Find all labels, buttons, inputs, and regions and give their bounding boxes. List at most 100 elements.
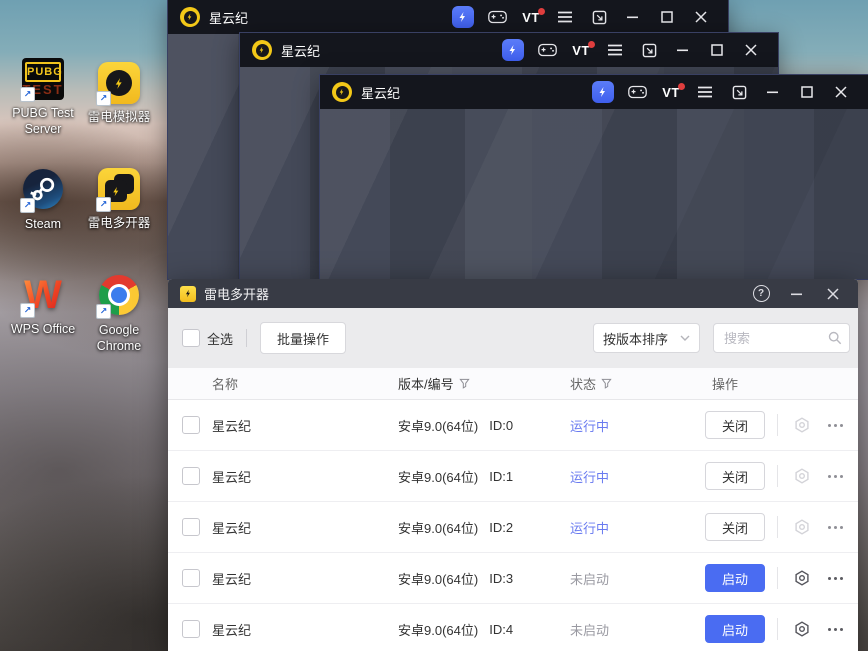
instance-row: 星云纪 安卓9.0(64位) ID:1 运行中 关闭: [168, 451, 858, 502]
instance-row: 星云纪 安卓9.0(64位) ID:2 运行中 关闭: [168, 502, 858, 553]
shortcut-arrow-icon: ↗: [96, 91, 111, 106]
row-checkbox[interactable]: [182, 467, 200, 485]
desktop-icon-label: PUBG Test Server: [12, 106, 74, 136]
vt-indicator[interactable]: VT: [564, 33, 598, 67]
vt-indicator[interactable]: VT: [514, 0, 548, 34]
close-button[interactable]: [820, 281, 846, 307]
shortcut-arrow-icon: ↗: [20, 198, 35, 213]
stop-instance-button[interactable]: 关闭: [705, 411, 765, 439]
settings-gear-icon[interactable]: [794, 468, 810, 484]
manager-window-title: 雷电多开器: [204, 287, 270, 302]
toolbar-divider: [246, 329, 248, 347]
boost-button[interactable]: [496, 33, 530, 67]
ld-multi-instance-app-icon: [180, 285, 196, 302]
instance-name: 星云纪: [212, 418, 252, 434]
close-button[interactable]: [824, 75, 858, 109]
start-instance-button[interactable]: 启动: [705, 615, 765, 643]
lightning-icon: [185, 289, 190, 298]
resize-icon[interactable]: [632, 33, 666, 67]
start-instance-button[interactable]: 启动: [705, 564, 765, 592]
sort-dropdown[interactable]: 按版本排序: [593, 323, 700, 353]
boost-button[interactable]: [446, 0, 480, 34]
batch-operation-button[interactable]: 批量操作: [260, 322, 347, 354]
emulator-screen[interactable]: [320, 109, 868, 279]
more-options-icon[interactable]: [828, 525, 843, 529]
row-checkbox[interactable]: [182, 416, 200, 434]
desktop-icon-ld-multi-instance[interactable]: ↗ 雷电多开器: [80, 168, 158, 231]
maximize-button[interactable]: [650, 0, 684, 34]
minimize-button[interactable]: [756, 75, 790, 109]
emulator-titlebar[interactable]: 星云纪 VT: [320, 75, 868, 109]
emulator-titlebar[interactable]: 星云纪 VT: [240, 33, 778, 67]
header-name: 名称: [212, 377, 239, 392]
lightning-icon: [115, 77, 122, 89]
shortcut-arrow-icon: ↗: [96, 197, 111, 212]
help-button[interactable]: ?: [748, 281, 774, 307]
row-checkbox[interactable]: [182, 569, 200, 587]
status-badge: 运行中: [570, 520, 610, 536]
row-checkbox[interactable]: [182, 620, 200, 638]
settings-gear-icon[interactable]: [794, 519, 810, 535]
actions-divider: [777, 465, 778, 487]
shortcut-arrow-icon: ↗: [20, 87, 35, 102]
vt-indicator[interactable]: VT: [654, 75, 688, 109]
close-button[interactable]: [684, 0, 718, 34]
instance-name: 星云纪: [212, 571, 252, 587]
lightning-icon: [112, 186, 118, 196]
desktop-icon-ldplayer[interactable]: ↗ 雷电模拟器: [80, 62, 158, 125]
gamepad-icon[interactable]: [480, 0, 514, 34]
settings-gear-icon[interactable]: [794, 621, 810, 637]
filter-icon[interactable]: [458, 378, 470, 389]
gamepad-icon[interactable]: [620, 75, 654, 109]
more-options-icon[interactable]: [828, 474, 843, 478]
emulator-titlebar[interactable]: 星云纪 VT: [168, 0, 728, 34]
resize-icon[interactable]: [582, 0, 616, 34]
settings-gear-icon[interactable]: [794, 417, 810, 433]
settings-gear-icon[interactable]: [794, 570, 810, 586]
lightning-icon: [509, 45, 515, 55]
window-title: 星云纪: [281, 43, 321, 59]
menu-icon[interactable]: [548, 0, 582, 34]
actions-divider: [777, 618, 778, 640]
instance-version: 安卓9.0(64位): [398, 571, 479, 587]
notification-dot: [678, 83, 685, 90]
instance-version: 安卓9.0(64位): [398, 520, 479, 536]
desktop-icon-steam[interactable]: ↗ Steam: [4, 168, 82, 232]
menu-icon[interactable]: [688, 75, 722, 109]
filter-icon[interactable]: [601, 378, 612, 389]
maximize-button[interactable]: [700, 33, 734, 67]
more-options-icon[interactable]: [828, 576, 843, 580]
wps-office-icon: W ↗: [20, 274, 64, 318]
actions-divider: [777, 567, 778, 589]
instance-row: 星云纪 安卓9.0(64位) ID:3 未启动 启动: [168, 553, 858, 604]
desktop-icon-google-chrome[interactable]: ↗ Google Chrome: [80, 274, 158, 354]
pubg-test-server-icon: PUBG TEST ↗: [20, 58, 64, 102]
boost-button[interactable]: [586, 75, 620, 109]
minimize-button[interactable]: [616, 0, 650, 34]
instance-name: 星云纪: [212, 469, 252, 485]
stop-instance-button[interactable]: 关闭: [705, 462, 765, 490]
status-badge: 未启动: [570, 622, 610, 638]
row-checkbox[interactable]: [182, 518, 200, 536]
maximize-button[interactable]: [790, 75, 824, 109]
more-options-icon[interactable]: [828, 627, 843, 631]
gamepad-icon[interactable]: [530, 33, 564, 67]
resize-icon[interactable]: [722, 75, 756, 109]
minimize-button[interactable]: [666, 33, 700, 67]
menu-icon[interactable]: [598, 33, 632, 67]
desktop-icon-label: 雷电多开器: [87, 216, 151, 230]
more-options-icon[interactable]: [828, 423, 843, 427]
select-all-checkbox[interactable]: [182, 329, 200, 347]
minimize-button[interactable]: [784, 281, 810, 307]
desktop-icon-pubg-test-server[interactable]: PUBG TEST ↗ PUBG Test Server: [4, 58, 82, 137]
instance-id: ID:3: [489, 570, 514, 586]
desktop-icon-wps-office[interactable]: W ↗ WPS Office: [4, 274, 82, 337]
stop-instance-button[interactable]: 关闭: [705, 513, 765, 541]
instance-version: 安卓9.0(64位): [398, 418, 479, 434]
desktop-icon-label: Steam: [24, 217, 62, 231]
shortcut-arrow-icon: ↗: [20, 303, 35, 318]
instance-id: ID:0: [489, 417, 514, 433]
desktop-icon-label: 雷电模拟器: [87, 110, 151, 124]
manager-titlebar[interactable]: 雷电多开器 ?: [168, 279, 858, 308]
close-button[interactable]: [734, 33, 768, 67]
